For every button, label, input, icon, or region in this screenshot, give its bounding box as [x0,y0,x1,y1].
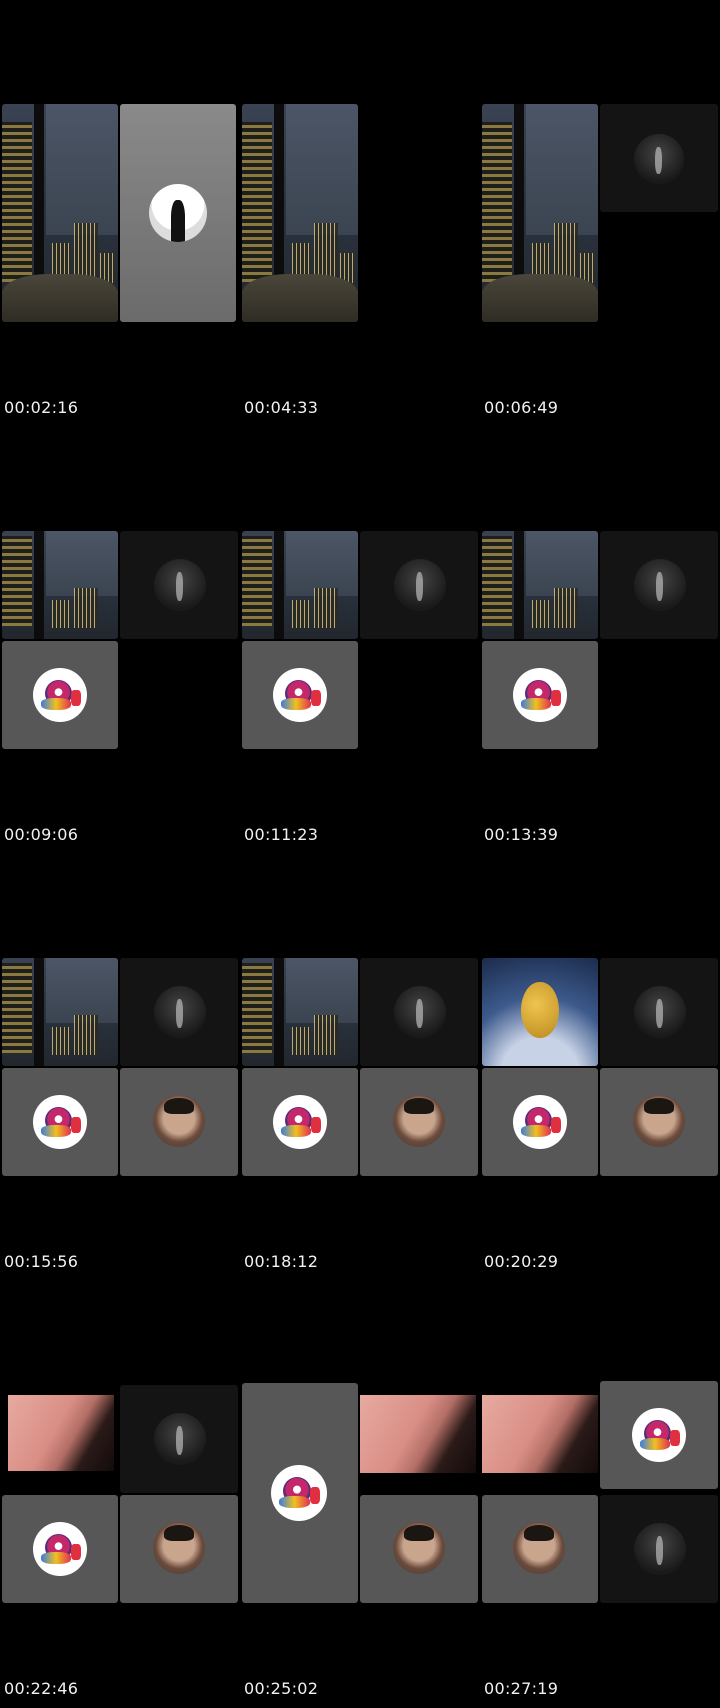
night-scene-avatar-icon [154,559,206,611]
robot-avatar-icon [273,1095,327,1149]
video-tile-robot [2,641,118,749]
robot-avatar-icon [513,1095,567,1149]
video-frame [482,958,718,1178]
video-tile-closeup [482,1385,598,1493]
video-tile-night [360,531,478,639]
video-frame [2,958,238,1178]
timestamp-label: 00:09:06 [4,825,79,844]
robot-avatar-icon [273,668,327,722]
thumbnail-cell-12[interactable]: 00:27:19 [480,1281,720,1708]
video-tile-person [360,1495,478,1603]
video-frame [242,104,478,324]
video-tile-night [360,958,478,1066]
video-frame [2,104,238,324]
robot-avatar-icon [271,1465,327,1521]
video-tile-closeup [360,1385,478,1493]
thumbnail-cell-1[interactable]: 00:02:16 [0,0,240,427]
timestamp-label: 00:15:56 [4,1252,79,1271]
video-tile-person [120,1068,238,1176]
person-avatar-icon [393,1522,445,1574]
thumbnail-cell-4[interactable]: 00:09:06 [0,427,240,854]
video-frame [482,531,718,751]
person-avatar-icon [153,1522,205,1574]
video-tile-robot [242,1068,358,1176]
night-scene-avatar-icon [154,986,206,1038]
video-tile-closeup [2,1385,118,1493]
robot-avatar-icon [632,1408,686,1462]
robot-avatar-icon [33,1522,87,1576]
video-tile-moon [482,958,598,1066]
video-tile-robot [242,1383,358,1603]
video-tile-person [482,1495,598,1603]
timestamp-label: 00:22:46 [4,1679,79,1698]
person-avatar-icon [393,1095,445,1147]
thumbnail-cell-3[interactable]: 00:06:49 [480,0,720,427]
timestamp-label: 00:13:39 [484,825,559,844]
person-avatar-icon [633,1095,685,1147]
person-avatar-icon [153,1095,205,1147]
thumbnail-cell-10[interactable]: 00:22:46 [0,1281,240,1708]
thumbnail-cell-6[interactable]: 00:13:39 [480,427,720,854]
silhouette-avatar-icon [149,184,207,242]
night-scene-avatar-icon [634,134,684,184]
video-tile-night [600,958,718,1066]
video-tile-city [2,104,118,322]
video-tile-city [2,958,118,1066]
video-tile-night [600,1495,718,1603]
timestamp-label: 00:18:12 [244,1252,319,1271]
robot-avatar-icon [513,668,567,722]
robot-avatar-icon [33,1095,87,1149]
video-tile-robot [482,641,598,749]
timestamp-label: 00:20:29 [484,1252,559,1271]
thumbnail-cell-11[interactable]: 00:25:02 [240,1281,480,1708]
timestamp-label: 00:27:19 [484,1679,559,1698]
video-frame [2,531,238,751]
video-frame [242,1383,478,1605]
video-frame [242,531,478,751]
timestamp-label: 00:25:02 [244,1679,319,1698]
night-scene-avatar-icon [634,559,686,611]
video-tile-robot [2,1495,118,1603]
video-tile-robot [242,641,358,749]
video-tile-night [120,958,238,1066]
video-frame [2,1385,238,1605]
thumbnail-cell-8[interactable]: 00:18:12 [240,854,480,1281]
video-tile-person [600,1068,718,1176]
thumbnail-cell-7[interactable]: 00:15:56 [0,854,240,1281]
video-tile-night [600,531,718,639]
video-tile-night [600,104,718,212]
timestamp-label: 00:04:33 [244,398,319,417]
night-scene-avatar-icon [394,986,446,1038]
night-scene-avatar-icon [634,1523,686,1575]
thumbnail-cell-2[interactable]: 00:04:33 [240,0,480,427]
video-tile-city [242,531,358,639]
video-tile-night [120,531,238,639]
night-scene-avatar-icon [634,986,686,1038]
video-frame [482,104,718,324]
video-tile-city [242,958,358,1066]
video-tile-person [360,1068,478,1176]
video-frame [242,958,478,1178]
video-tile-city [482,531,598,639]
video-tile-person [120,1495,238,1603]
video-frame [482,1381,718,1605]
night-scene-avatar-icon [394,559,446,611]
video-tile-city [482,104,598,322]
moon-icon [521,981,559,1038]
thumbnail-cell-9[interactable]: 00:20:29 [480,854,720,1281]
video-tile-robot [482,1068,598,1176]
video-tile-night [120,1385,238,1493]
timestamp-label: 00:06:49 [484,398,559,417]
video-tile-avatar [120,104,236,322]
video-tile-robot [600,1381,718,1489]
person-avatar-icon [513,1522,565,1574]
robot-avatar-icon [33,668,87,722]
timestamp-label: 00:02:16 [4,398,79,417]
video-tile-city [2,531,118,639]
timestamp-label: 00:11:23 [244,825,319,844]
night-scene-avatar-icon [154,1413,206,1465]
video-tile-robot [2,1068,118,1176]
video-tile-city [242,104,358,322]
thumbnail-cell-5[interactable]: 00:11:23 [240,427,480,854]
